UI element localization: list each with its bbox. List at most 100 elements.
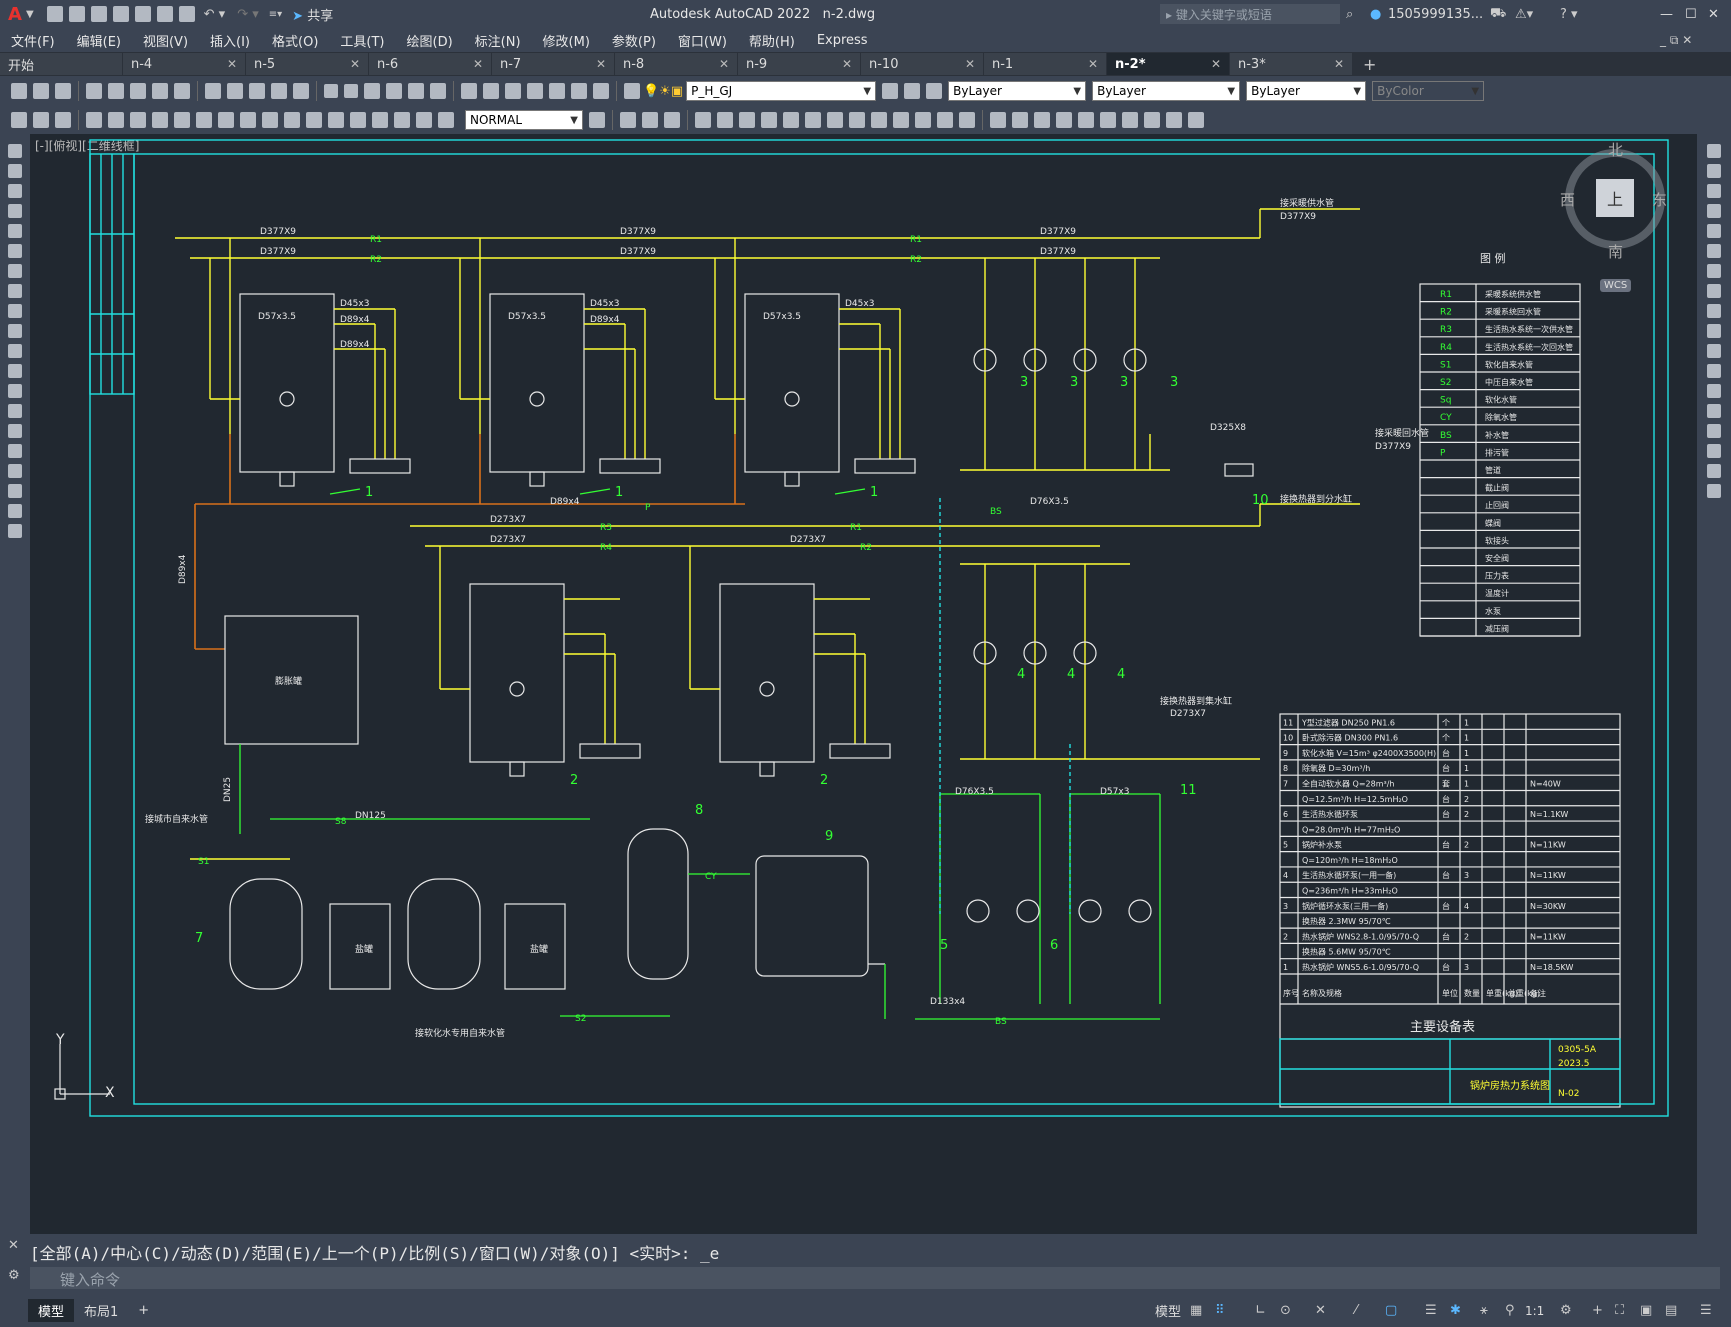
trim-icon[interactable] <box>827 112 843 128</box>
menu-item-express[interactable]: Express <box>806 33 879 48</box>
close-tab-icon[interactable]: ✕ <box>1211 57 1221 71</box>
erase-icon[interactable] <box>620 112 636 128</box>
break-point-icon[interactable] <box>1707 364 1721 378</box>
dim-update-icon[interactable] <box>438 112 454 128</box>
ortho-icon[interactable]: ∟ <box>1255 1303 1266 1318</box>
join-icon[interactable] <box>1707 404 1721 418</box>
qnew-icon[interactable] <box>11 83 27 99</box>
annotation-scale-icon[interactable]: ⚲ <box>1505 1303 1515 1318</box>
snap-icon[interactable]: ⠿ <box>1215 1303 1225 1318</box>
menu-item-dimension[interactable]: 标注(N) <box>464 31 532 50</box>
design-center-icon[interactable] <box>174 83 190 99</box>
linetype-dropdown[interactable]: ByLayer ▼ <box>1092 81 1241 101</box>
compass-east[interactable]: 东 <box>1652 189 1667 210</box>
grid-icon[interactable]: ▦ <box>1190 1303 1202 1318</box>
new-icon[interactable] <box>46 6 63 22</box>
menu-item-window[interactable]: 窗口(W) <box>667 31 738 50</box>
dim-continue-icon[interactable] <box>240 112 256 128</box>
matchprop-icon[interactable] <box>271 83 287 99</box>
attach-icon[interactable] <box>1144 112 1160 128</box>
offset-icon[interactable] <box>695 112 711 128</box>
break-icon[interactable] <box>1707 384 1721 398</box>
tab-n-4[interactable]: n-4 ✕ <box>123 53 245 75</box>
plot-icon[interactable] <box>86 83 102 99</box>
add-layout-button[interactable]: + <box>128 1301 159 1320</box>
save-icon[interactable] <box>55 83 71 99</box>
mtext-icon[interactable] <box>8 504 22 518</box>
compass-west[interactable]: 西 <box>1560 189 1575 210</box>
copy-icon[interactable] <box>1707 164 1721 178</box>
viewcube-top-face[interactable]: 上 <box>1596 179 1634 217</box>
compass-south[interactable]: 南 <box>1608 241 1623 262</box>
chamfer-icon[interactable] <box>915 112 931 128</box>
share-button[interactable]: ➤ 共享 <box>292 5 333 24</box>
layer-state-icon[interactable]: 💡☀▣ <box>643 84 683 99</box>
gradient-icon[interactable] <box>8 444 22 458</box>
close-tab-icon[interactable]: ✕ <box>596 57 606 71</box>
publish-icon[interactable] <box>130 83 146 99</box>
make-block-icon[interactable] <box>1122 112 1138 128</box>
dim-aligned-icon[interactable] <box>33 112 49 128</box>
app-menu-chevron-icon[interactable]: ▼ <box>26 9 34 20</box>
menu-item-modify[interactable]: 修改(M) <box>532 31 601 50</box>
trim-icon[interactable] <box>1707 324 1721 338</box>
quick-dim-icon[interactable] <box>196 112 212 128</box>
erase-icon[interactable] <box>1707 144 1721 158</box>
3dprint-icon[interactable] <box>152 83 168 99</box>
mirror-icon[interactable] <box>664 112 680 128</box>
rotate-icon[interactable] <box>1707 264 1721 278</box>
help-icon[interactable]: ? ▾ <box>1560 7 1578 22</box>
break-icon[interactable] <box>871 112 887 128</box>
offset-icon[interactable] <box>1707 204 1721 218</box>
clean-screen-icon[interactable]: ▤ <box>1665 1303 1677 1318</box>
design-center-icon[interactable] <box>483 83 499 99</box>
annotation-autoscale-icon[interactable]: ⚹ <box>1480 1303 1488 1318</box>
lineweight-dropdown[interactable]: ByLayer ▼ <box>1246 81 1367 101</box>
close-tab-icon[interactable]: ✕ <box>473 57 483 71</box>
make-block-icon[interactable] <box>8 384 22 398</box>
add-scale-icon[interactable]: + <box>1592 1303 1603 1318</box>
plot-preview-icon[interactable] <box>108 83 124 99</box>
dim-ordinate-icon[interactable] <box>86 112 102 128</box>
bring-front-icon[interactable] <box>1056 112 1072 128</box>
save-icon[interactable] <box>90 6 107 22</box>
close-tab-icon[interactable]: ✕ <box>227 57 237 71</box>
save-as-icon[interactable] <box>112 6 129 22</box>
layer-iso-icon[interactable] <box>926 83 943 99</box>
dim-style-icon[interactable] <box>589 112 605 128</box>
lineweight-icon[interactable]: ☰ <box>1425 1303 1437 1318</box>
jogged-linear-icon[interactable] <box>372 112 388 128</box>
dim-arc-icon[interactable] <box>55 112 71 128</box>
tool-palettes-icon[interactable] <box>505 83 521 99</box>
drawing-canvas[interactable]: [-][俯视][二维线框] D377X9 R1 D377X9 R2 D377X9… <box>30 134 1697 1234</box>
user-name[interactable]: 1505999135... <box>1388 7 1483 22</box>
redo-icon[interactable]: ↷ ▾ <box>237 7 259 22</box>
customize-qat-icon[interactable]: ≡▾ <box>269 9 282 20</box>
osnap-icon[interactable]: ✕ <box>1315 1303 1326 1318</box>
doc-window-controls[interactable]: _ ⧉ ✕ <box>1660 33 1692 48</box>
menu-item-tools[interactable]: 工具(T) <box>329 31 395 50</box>
spline-icon[interactable] <box>8 304 22 318</box>
annotation-scale-value[interactable]: 1:1 <box>1525 1304 1544 1318</box>
arc-icon[interactable] <box>8 244 22 258</box>
extend-icon[interactable] <box>849 112 865 128</box>
table-icon[interactable] <box>8 484 22 498</box>
hatch-back-icon[interactable] <box>1034 112 1050 128</box>
menu-item-parametric[interactable]: 参数(P) <box>601 31 667 50</box>
xref-icon[interactable] <box>1166 112 1182 128</box>
tab-n-2[interactable]: n-2* ✕ <box>1107 53 1229 75</box>
maximize-icon[interactable]: ☐ <box>1685 7 1697 22</box>
insert-block-icon[interactable] <box>8 364 22 378</box>
revcloud-icon[interactable] <box>8 284 22 298</box>
new-tab-icon[interactable]: + <box>1363 55 1376 74</box>
tab-layout1[interactable]: 布局1 <box>74 1299 128 1322</box>
dim-edit-icon[interactable] <box>394 112 410 128</box>
close-tab-icon[interactable]: ✕ <box>350 57 360 71</box>
zoom-previous-icon[interactable] <box>430 83 446 99</box>
insert-block-icon[interactable] <box>1100 112 1116 128</box>
calculator-icon[interactable] <box>571 83 587 99</box>
dim-diameter-icon[interactable] <box>152 112 168 128</box>
dim-angular-icon[interactable] <box>174 112 190 128</box>
tab-model[interactable]: 模型 <box>28 1299 75 1322</box>
make-current-layer-icon[interactable] <box>882 83 899 99</box>
